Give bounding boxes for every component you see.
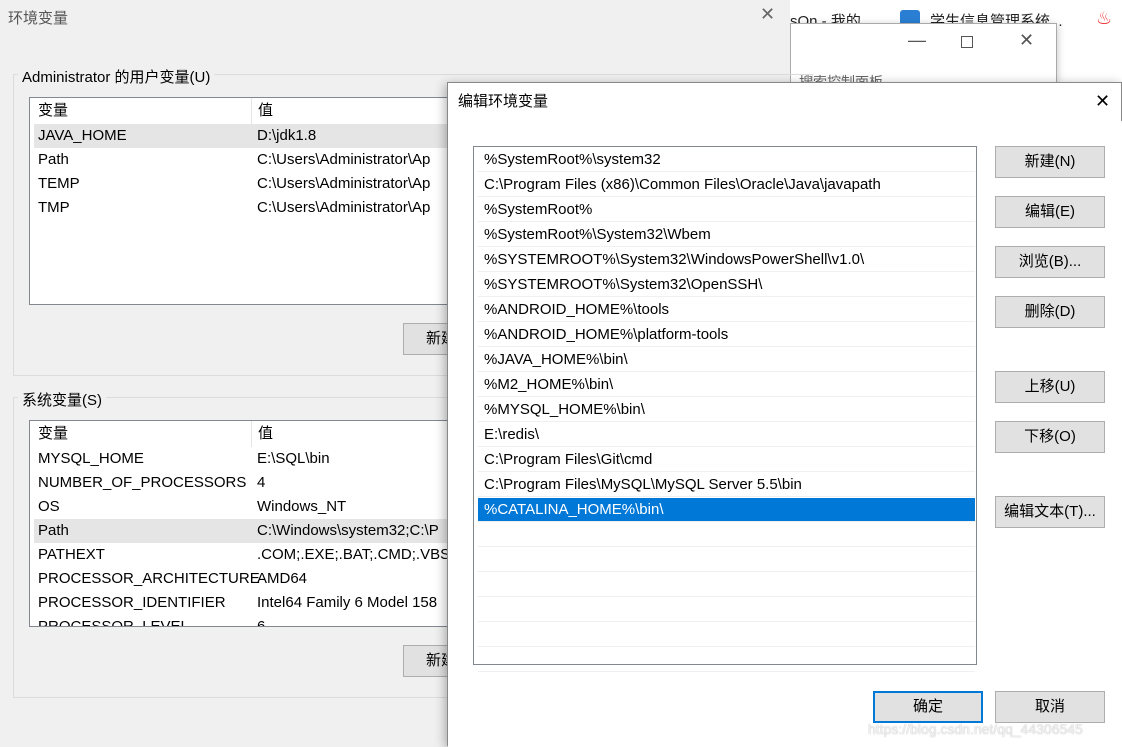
- cancel-button[interactable]: 取消: [995, 691, 1105, 723]
- new-button[interactable]: 新建(N): [995, 146, 1105, 178]
- move-down-button[interactable]: 下移(O): [995, 421, 1105, 453]
- path-list-item[interactable]: %SystemRoot%\system32: [478, 148, 975, 172]
- delete-button[interactable]: 删除(D): [995, 296, 1105, 328]
- path-list-item[interactable]: E:\redis\: [478, 423, 975, 447]
- path-list-item[interactable]: C:\Program Files\Git\cmd: [478, 448, 975, 472]
- path-list-item[interactable]: %ANDROID_HOME%\platform-tools: [478, 323, 975, 347]
- close-icon[interactable]: ✕: [760, 4, 775, 25]
- path-list-item[interactable]: C:\Program Files (x86)\Common Files\Orac…: [478, 173, 975, 197]
- path-list-item[interactable]: %M2_HOME%\bin\: [478, 373, 975, 397]
- window-title: 环境变量: [8, 10, 69, 27]
- empty-list-row[interactable]: [478, 523, 975, 547]
- empty-list-row[interactable]: [478, 623, 975, 647]
- flame-icon: ♨: [1096, 8, 1113, 28]
- empty-list-row[interactable]: [478, 573, 975, 597]
- minimize-icon[interactable]: —: [908, 30, 926, 51]
- path-list[interactable]: %SystemRoot%\system32 C:\Program Files (x…: [473, 146, 977, 672]
- ok-button[interactable]: 确定: [873, 691, 983, 723]
- empty-list-row[interactable]: [478, 598, 975, 622]
- empty-list-row[interactable]: [478, 548, 975, 572]
- move-up-button[interactable]: 上移(U): [995, 371, 1105, 403]
- maximize-icon[interactable]: [961, 36, 973, 48]
- path-list-item[interactable]: %SystemRoot%: [478, 198, 975, 222]
- watermark: https://blog.csdn.net/qq_44306545: [868, 721, 1083, 737]
- path-list-item[interactable]: %SystemRoot%\System32\Wbem: [478, 223, 975, 247]
- close-icon[interactable]: ✕: [1095, 91, 1110, 112]
- empty-list-row[interactable]: [478, 648, 975, 672]
- path-list-item[interactable]: %MYSQL_HOME%\bin\: [478, 398, 975, 422]
- path-list-item[interactable]: %JAVA_HOME%\bin\: [478, 348, 975, 372]
- system-variables-label: 系统变量(S): [18, 389, 106, 410]
- path-list-item[interactable]: %SYSTEMROOT%\System32\OpenSSH\: [478, 273, 975, 297]
- path-list-item[interactable]: %ANDROID_HOME%\tools: [478, 298, 975, 322]
- path-list-item[interactable]: %SYSTEMROOT%\System32\WindowsPowerShell\…: [478, 248, 975, 272]
- edit-button[interactable]: 编辑(E): [995, 196, 1105, 228]
- user-variables-label: Administrator 的用户变量(U): [18, 66, 215, 87]
- dialog-title: 编辑环境变量: [448, 83, 1121, 121]
- edit-text-button[interactable]: 编辑文本(T)...: [995, 496, 1105, 528]
- control-panel-window: — ✕ 搜索控制面板: [790, 23, 1057, 90]
- browse-button[interactable]: 浏览(B)...: [995, 246, 1105, 278]
- edit-environment-variable-dialog: 编辑环境变量 ✕ %SystemRoot%\system32 C:\Program…: [447, 82, 1122, 747]
- path-list-item[interactable]: %CATALINA_HOME%\bin\: [478, 498, 975, 522]
- path-list-item[interactable]: C:\Program Files\MySQL\MySQL Server 5.5\…: [478, 473, 975, 497]
- close-icon[interactable]: ✕: [1019, 30, 1034, 51]
